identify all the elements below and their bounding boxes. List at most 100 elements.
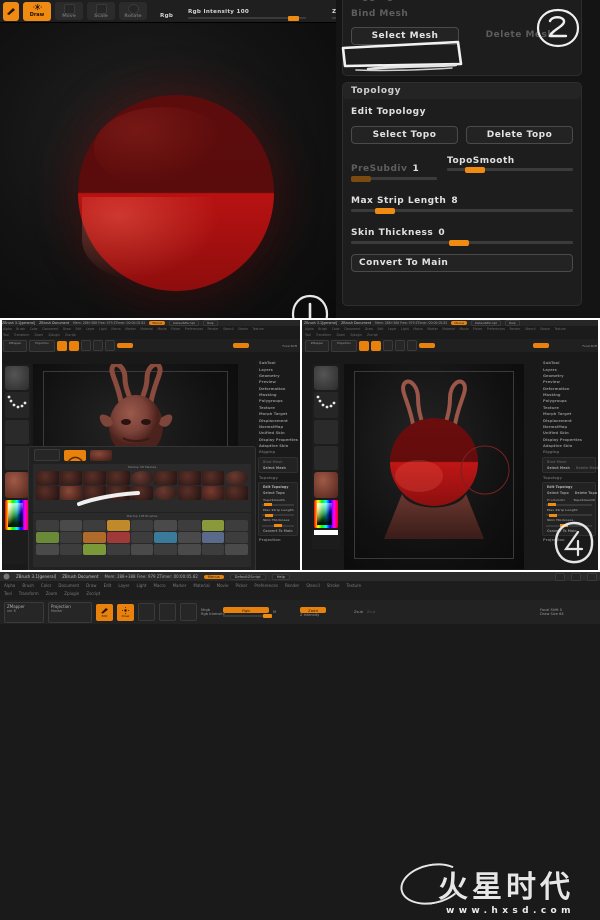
p3-brush-item[interactable] (59, 520, 83, 531)
bind-mesh-button[interactable]: Bind Mesh (351, 9, 573, 19)
max-strip-slider[interactable] (351, 207, 573, 214)
p3-skin-thickness[interactable]: Skin Thickness (260, 517, 296, 523)
p5-menu-tool[interactable]: Tool (4, 591, 12, 596)
p4-menu-marker[interactable]: Marker (427, 327, 438, 331)
p3-mesh-item[interactable] (106, 471, 130, 485)
p3-menu-zplugin[interactable]: Zplugin (48, 333, 60, 337)
p5-menu-draw[interactable]: Draw (86, 583, 96, 588)
select-mesh-button[interactable]: Select Mesh (351, 27, 459, 45)
p3-material-thumb[interactable] (5, 472, 29, 498)
draw-button[interactable]: Draw (23, 1, 51, 21)
p3-select-mesh[interactable]: Select Mesh (260, 465, 296, 471)
p5-rgb-intensity-knob[interactable] (263, 614, 273, 618)
p3-menu-document[interactable]: Document (42, 327, 58, 331)
p5-menu-zoom[interactable]: Zoom (46, 591, 58, 596)
p3-mesh-item[interactable] (36, 471, 59, 485)
p5-menu-stencil[interactable]: Stencil (306, 583, 320, 588)
p3-alpha-thumb[interactable] (5, 420, 29, 444)
p3-move-button[interactable] (81, 340, 91, 351)
p5-projection-master-button[interactable]: Projection Master (48, 601, 92, 623)
p4-move-button[interactable] (383, 340, 393, 351)
p5-rotate-button[interactable] (180, 603, 197, 621)
p3-menu-render[interactable]: Render (208, 327, 219, 331)
p4-material-thumb[interactable] (314, 472, 338, 498)
p3-menu-stroke[interactable]: Stroke (238, 327, 248, 331)
p5-menu-edit[interactable]: Edit (104, 583, 112, 588)
p4-zadd-toggle[interactable] (532, 343, 549, 348)
p4-menu-transform[interactable]: Transform (316, 333, 331, 337)
p3-current-brush-thumb[interactable] (5, 366, 29, 390)
convert-to-main-button[interactable]: Convert To Main (351, 254, 573, 272)
p5-menu-preferences[interactable]: Preferences (254, 583, 278, 588)
p3-menu-zscript[interactable]: Zscript (65, 333, 76, 337)
move-button[interactable]: Move (55, 2, 83, 20)
close-icon[interactable] (587, 572, 597, 581)
p3-menu-zoom[interactable]: Zoom (34, 333, 43, 337)
p5-rgb-toggle[interactable]: Rgb (223, 607, 269, 613)
select-topo-button[interactable]: Select Topo (351, 126, 458, 144)
p3-menu-picker[interactable]: Picker (171, 327, 180, 331)
p3-mesh-item[interactable] (36, 486, 59, 500)
p3-mesh-item[interactable] (59, 471, 83, 485)
p3-menu-tool[interactable]: Tool (3, 333, 9, 337)
p3-mesh-item[interactable] (201, 486, 225, 500)
p5-menu-macro[interactable]: Macro (153, 583, 165, 588)
p4-menu-tool[interactable]: Tool (305, 333, 311, 337)
p3-brush-item[interactable] (225, 544, 248, 555)
p4-menu-render[interactable]: Render (510, 327, 521, 331)
p4-menu-preferences[interactable]: Preferences (487, 327, 505, 331)
p3-brush-item[interactable] (154, 532, 177, 543)
p3-brush-item[interactable] (36, 520, 59, 531)
p3-mesh-item[interactable] (130, 486, 154, 500)
p5-zmapper-button[interactable]: ZMapper ver 6 (4, 601, 44, 623)
p5-menu-brush[interactable]: Brush (22, 583, 34, 588)
p4-current-brush-thumb[interactable] (314, 366, 338, 390)
p3-rotate-button[interactable] (105, 340, 115, 351)
minimize-button[interactable] (555, 572, 565, 581)
p4-menu-layer[interactable]: Layer (388, 327, 397, 331)
p4-rotate-button[interactable] (407, 340, 417, 351)
p4-menu-color[interactable]: Color (332, 327, 340, 331)
p3-brush-item[interactable] (36, 532, 59, 543)
p3-menu-movie[interactable]: Movie (157, 327, 166, 331)
p4-presubdiv[interactable]: PreSubdiv (544, 497, 568, 503)
p5-menu-render[interactable]: Render (285, 583, 299, 588)
p3-rgb-toggle[interactable] (117, 343, 133, 348)
p3-brush-item[interactable] (154, 520, 177, 531)
p3-edit-button[interactable] (57, 340, 67, 351)
p4-menu-edit[interactable]: Edit (377, 327, 383, 331)
p3-mesh-item[interactable] (225, 471, 248, 485)
p4-menu-stroke[interactable]: Stroke (540, 327, 550, 331)
p3-brush-item[interactable] (201, 544, 225, 555)
p3-popup-active-brush[interactable] (64, 449, 86, 462)
p4-skin-thickness[interactable]: Skin Thickness (544, 517, 594, 523)
p3-brush-item[interactable] (36, 544, 59, 555)
p5-m-toggle[interactable]: M (273, 610, 278, 614)
toposmooth-slider[interactable] (447, 166, 573, 173)
p5-edit-button[interactable]: Edit (96, 603, 113, 621)
p5-draw-button[interactable]: Draw (117, 603, 134, 621)
p5-menu-zplugin[interactable]: Zplugin (64, 591, 79, 596)
p3-mesh-item[interactable] (177, 471, 201, 485)
p5-menu-alpha[interactable]: Alpha (4, 583, 15, 588)
p3-menu-layer[interactable]: Layer (86, 327, 95, 331)
p5-zsub-toggle[interactable]: Zsub (354, 610, 363, 614)
p3-mesh-item[interactable] (154, 486, 177, 500)
p4-menu-alpha[interactable]: Alpha (305, 327, 314, 331)
p4-toposmooth[interactable]: TopoSmooth (570, 497, 598, 503)
p3-mesh-item[interactable] (154, 471, 177, 485)
p3-brush-item[interactable] (59, 532, 83, 543)
p5-menu-material[interactable]: Material (193, 583, 209, 588)
p3-mesh-item[interactable] (83, 486, 106, 500)
p3-mesh-item[interactable] (130, 471, 154, 485)
rgb-intensity-knob[interactable] (288, 15, 300, 21)
edit-topology-button[interactable]: Edit Topology (351, 107, 573, 117)
p3-stroke-thumb[interactable] (5, 392, 29, 418)
p3-brush-item[interactable] (59, 544, 83, 555)
p5-menus-button[interactable]: Menus (203, 574, 224, 579)
p3-brush-item[interactable] (225, 520, 248, 531)
scale-button[interactable]: Scale (87, 2, 115, 20)
p3-brush-item[interactable] (130, 520, 154, 531)
p4-menu-document[interactable]: Document (344, 327, 360, 331)
p5-menu-light[interactable]: Light (136, 583, 146, 588)
